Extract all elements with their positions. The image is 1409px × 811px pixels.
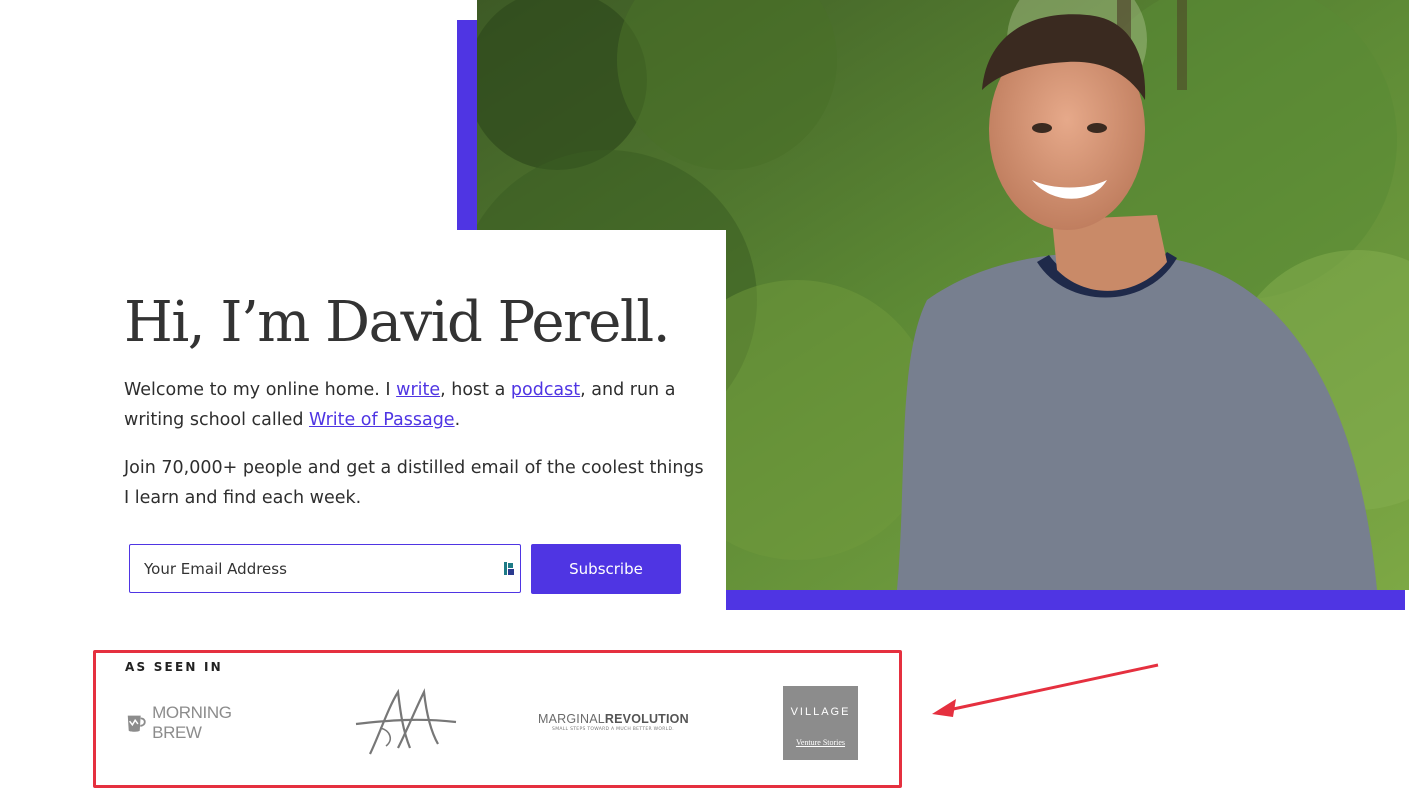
subscribe-button[interactable]: Subscribe [531, 544, 681, 594]
email-input[interactable] [129, 544, 521, 593]
village-venture-stories-logo[interactable]: VILLAGE Venture Stories [783, 686, 858, 760]
join-paragraph: Join 70,000+ people and get a distilled … [124, 458, 704, 508]
intro-text-part: , host a [440, 380, 511, 400]
intro-text-part: Welcome to my online home. I [124, 380, 397, 400]
autofill-extension-icon[interactable] [503, 561, 515, 576]
page-title: Hi, I’m David Perell. [124, 290, 671, 355]
write-link[interactable]: write [396, 380, 440, 400]
intro-paragraph: Welcome to my online home. I write, host… [124, 375, 704, 435]
village-subtitle: Venture Stories [795, 738, 846, 747]
mr-text-part1: MARGINAL [538, 712, 605, 726]
marginal-revolution-logo[interactable]: MARGINALREVOLUTION SMALL STEPS TOWARD A … [538, 712, 689, 736]
morning-brew-text: MORNING BREW [152, 703, 232, 742]
annotation-arrow-icon [932, 663, 1159, 717]
mr-text-part2: REVOLUTION [604, 712, 689, 726]
aa-signature-logo[interactable] [350, 688, 460, 758]
morning-brew-logo[interactable]: MORNING BREW [125, 703, 275, 742]
village-title: VILLAGE [790, 706, 851, 718]
as-seen-in-label: AS SEEN IN [125, 660, 223, 674]
mr-tagline: SMALL STEPS TOWARD A MUCH BETTER WORLD. [552, 727, 674, 732]
morning-brew-mug-icon [127, 715, 146, 732]
write-of-passage-link[interactable]: Write of Passage [309, 410, 455, 430]
accent-bar-bottom [726, 590, 1405, 610]
intro-text-part: . [454, 410, 461, 430]
podcast-link[interactable]: podcast [511, 380, 580, 400]
accent-bar-left [457, 20, 477, 230]
